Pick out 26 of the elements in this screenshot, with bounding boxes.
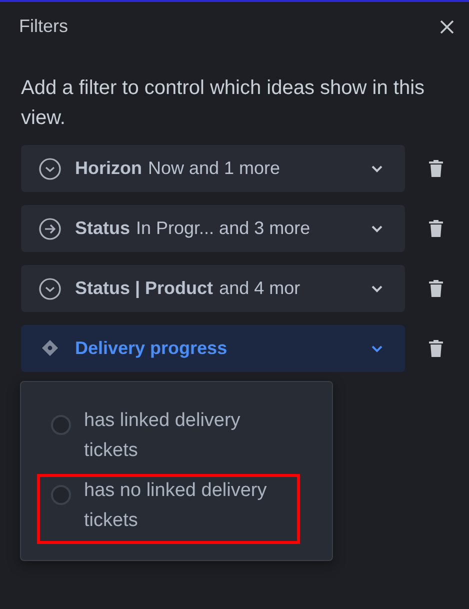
caret-icon <box>371 344 383 352</box>
filter-label: Status In Progr... and 3 more <box>75 218 312 239</box>
filter-label: Delivery progress <box>75 338 228 359</box>
radio-option[interactable]: has linked delivery tickets <box>37 404 300 474</box>
trash-icon[interactable] <box>429 340 443 357</box>
chevron-circle-icon <box>39 158 61 180</box>
panel-title: Filters <box>19 16 68 37</box>
radio-button[interactable] <box>51 415 71 435</box>
filter-dropdown[interactable]: Status | Product and 4 mor <box>21 265 405 312</box>
filter-label: Horizon Now and 1 more <box>75 158 282 179</box>
trash-icon[interactable] <box>429 220 443 237</box>
chevron-circle-icon <box>39 278 61 300</box>
filter-dropdown[interactable]: Status In Progr... and 3 more <box>21 205 405 252</box>
trash-icon[interactable] <box>429 160 443 177</box>
caret-icon <box>371 284 383 292</box>
filter-label: Status | Product and 4 mor <box>75 278 302 299</box>
radio-option[interactable]: has no linked delivery tickets <box>37 474 300 544</box>
close-icon[interactable] <box>439 18 455 34</box>
caret-icon <box>371 164 383 172</box>
filter-dropdown[interactable]: Horizon Now and 1 more <box>21 145 405 192</box>
arrow-circle-icon <box>39 218 61 240</box>
radio-button[interactable] <box>51 485 71 505</box>
caret-icon <box>371 224 383 232</box>
trash-icon[interactable] <box>429 280 443 297</box>
filter-dropdown[interactable]: Delivery progress <box>21 325 405 372</box>
description: Add a filter to control which ideas show in this view. <box>21 76 426 131</box>
